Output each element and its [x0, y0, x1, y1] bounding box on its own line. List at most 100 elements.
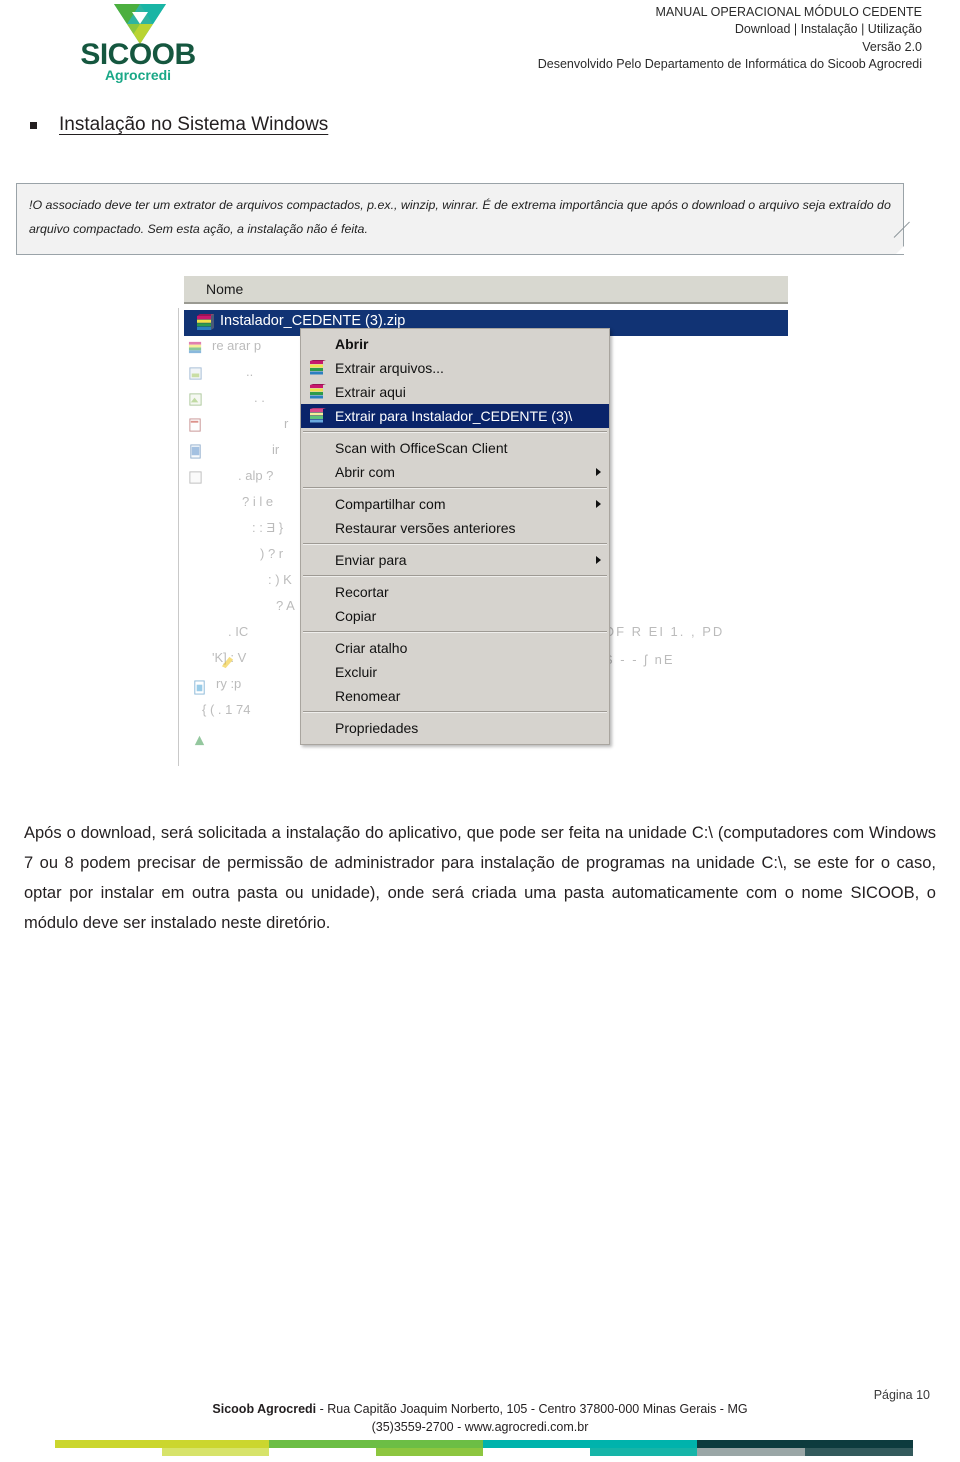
- note-folded-corner-icon: [896, 238, 912, 254]
- explorer-column-header: Nome: [184, 276, 788, 304]
- list-item[interactable]: re arar p: [212, 338, 261, 360]
- page-title: Instalação no Sistema Windows: [59, 114, 329, 135]
- context-menu-label: Enviar para: [335, 552, 407, 568]
- context-menu-item-extrair-aqui[interactable]: Extrair aqui: [301, 380, 609, 404]
- file-icon: [189, 367, 202, 380]
- context-menu-separator: [303, 711, 607, 713]
- document-header: SICOOB Agrocredi MANUAL OPERACIONAL MÓDU…: [0, 0, 960, 96]
- footer-address-block: Sicoob Agrocredi - Rua Capitão Joaquim N…: [0, 1400, 960, 1436]
- submenu-arrow-icon: [596, 468, 601, 476]
- footer-org-name: Sicoob Agrocredi: [212, 1402, 317, 1416]
- context-menu-label: Abrir com: [335, 464, 395, 480]
- file-icon: [194, 735, 205, 746]
- bar-segment: [805, 1440, 913, 1448]
- note-text: !O associado deve ter um extrator de arq…: [29, 198, 891, 237]
- selected-file-name: Instalador_CEDENTE (3).zip: [220, 313, 406, 329]
- submenu-arrow-icon: [596, 556, 601, 564]
- list-item[interactable]: : : Ǝ }: [252, 520, 283, 542]
- context-menu-item-enviar-para[interactable]: Enviar para: [301, 548, 609, 572]
- header-title-block: MANUAL OPERACIONAL MÓDULO CEDENTE Downlo…: [362, 4, 922, 73]
- winrar-archive-icon: [197, 314, 214, 330]
- list-item[interactable]: . IC: [228, 624, 248, 646]
- bar-segment: [162, 1440, 269, 1448]
- submenu-arrow-icon: [596, 500, 601, 508]
- context-menu-label: Copiar: [335, 608, 377, 624]
- footer-bar-top: [55, 1440, 913, 1448]
- list-item[interactable]: : ) K: [268, 572, 292, 594]
- context-menu-label: Recortar: [335, 584, 389, 600]
- file-icon: [188, 341, 202, 354]
- list-item[interactable]: ? A: [276, 598, 295, 620]
- context-menu-label: Extrair aqui: [335, 384, 406, 400]
- sicoob-logo: SICOOB Agrocredi: [78, 4, 198, 86]
- context-menu-item-extrair-para-pasta[interactable]: Extrair para Instalador_CEDENTE (3)\: [301, 404, 609, 428]
- explorer-context-menu[interactable]: Abrir Extrair arquivos... Extrair aqui E…: [300, 328, 610, 745]
- winrar-archive-icon: [310, 408, 326, 423]
- logo-wordmark: SICOOB: [80, 38, 196, 71]
- list-item[interactable]: ) ? r: [260, 546, 283, 568]
- list-item[interactable]: { ( . 1 74: [202, 702, 250, 724]
- background-text: S - - ʃ nE: [604, 652, 675, 667]
- context-menu-item-copiar[interactable]: Copiar: [301, 604, 609, 628]
- context-menu-label: Scan with OfficeScan Client: [335, 440, 508, 456]
- context-menu-separator: [303, 487, 607, 489]
- context-menu-label: Extrair arquivos...: [335, 360, 444, 376]
- context-menu-item-criar-atalho[interactable]: Criar atalho: [301, 636, 609, 660]
- bar-segment: [483, 1440, 590, 1448]
- footer-street: - Rua Capitão Joaquim Norberto, 105 - Ce…: [316, 1402, 748, 1416]
- context-menu-separator: [303, 431, 607, 433]
- context-menu-label: Propriedades: [335, 720, 419, 736]
- winrar-archive-icon: [310, 360, 326, 375]
- context-menu-item-propriedades[interactable]: Propriedades: [301, 716, 609, 740]
- context-menu-label: Extrair para Instalador_CEDENTE (3)\: [335, 408, 573, 424]
- context-menu-separator: [303, 575, 607, 577]
- context-menu-label: Criar atalho: [335, 640, 408, 656]
- body-paragraph: Após o download, será solicitada a insta…: [24, 824, 936, 933]
- context-menu-label: Renomear: [335, 688, 401, 704]
- context-menu-label: Restaurar versões anteriores: [335, 520, 516, 536]
- bar-segment: [483, 1448, 590, 1456]
- context-menu-item-scan-officescan[interactable]: Scan with OfficeScan Client: [301, 436, 609, 460]
- column-header-nome: Nome: [206, 281, 244, 297]
- list-item[interactable]: ..: [246, 364, 253, 386]
- explorer-left-divider: [178, 308, 179, 766]
- list-item[interactable]: ir: [272, 442, 279, 464]
- list-item[interactable]: . alp ?: [238, 468, 273, 490]
- bar-segment: [805, 1448, 913, 1456]
- background-text: OF R EI 1. , PD: [604, 624, 725, 639]
- bar-segment: [590, 1440, 697, 1448]
- file-icon: [221, 656, 234, 669]
- context-menu-item-abrir-com[interactable]: Abrir com: [301, 460, 609, 484]
- context-menu-item-excluir[interactable]: Excluir: [301, 660, 609, 684]
- context-menu-item-renomear[interactable]: Renomear: [301, 684, 609, 708]
- logo-submark: Agrocredi: [104, 67, 172, 83]
- file-icon: [189, 471, 202, 484]
- bar-segment: [55, 1448, 162, 1456]
- list-item[interactable]: ? i l e: [242, 494, 273, 516]
- bullet-square-icon: [30, 121, 37, 129]
- context-menu-item-extrair-arquivos[interactable]: Extrair arquivos...: [301, 356, 609, 380]
- note-callout-box: !O associado deve ter um extrator de arq…: [16, 183, 904, 255]
- bar-segment: [697, 1448, 805, 1456]
- context-menu-label: Compartilhar com: [335, 496, 446, 512]
- context-menu-item-abrir[interactable]: Abrir: [301, 332, 609, 356]
- file-icon: [194, 680, 205, 695]
- footer-address-line: Sicoob Agrocredi - Rua Capitão Joaquim N…: [0, 1400, 960, 1418]
- context-menu-item-compartilhar-com[interactable]: Compartilhar com: [301, 492, 609, 516]
- bar-segment: [269, 1448, 376, 1456]
- list-item[interactable]: ry :p: [216, 676, 241, 698]
- file-icon: [189, 418, 201, 432]
- bar-segment: [162, 1448, 269, 1456]
- footer-contact-line: (35)3559-2700 - www.agrocredi.com.br: [371, 1420, 589, 1435]
- bar-segment: [269, 1440, 376, 1448]
- list-item[interactable]: . .: [254, 390, 265, 412]
- context-menu-item-recortar[interactable]: Recortar: [301, 580, 609, 604]
- list-item[interactable]: r: [284, 416, 288, 438]
- bar-segment: [590, 1448, 697, 1456]
- bar-segment: [697, 1440, 805, 1448]
- file-icon: [189, 393, 202, 406]
- context-menu-item-restaurar-versoes[interactable]: Restaurar versões anteriores: [301, 516, 609, 540]
- header-line-sections: Download | Instalação | Utilização: [734, 22, 922, 37]
- section-heading: Instalação no Sistema Windows: [30, 114, 328, 136]
- header-line-version: Versão 2.0: [862, 39, 922, 54]
